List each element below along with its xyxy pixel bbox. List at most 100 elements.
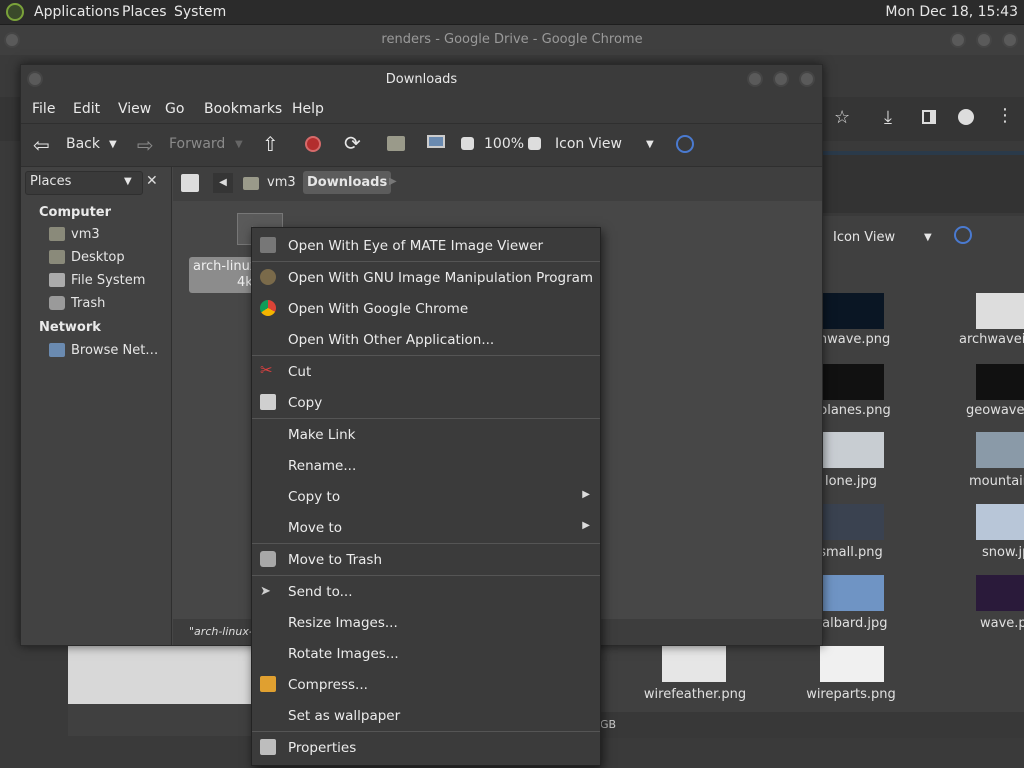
thumb-chwave[interactable] [820, 293, 884, 329]
sidebar-item-trash[interactable]: Trash [71, 296, 105, 311]
menu-item-move-to[interactable]: Move to ▶ [252, 514, 600, 542]
search-icon[interactable] [954, 226, 972, 244]
side-panel-icon[interactable] [922, 110, 936, 124]
menu-item-rotate-images[interactable]: Rotate Images... [252, 640, 600, 668]
thumb-geowaves[interactable] [976, 364, 1024, 400]
computer-icon[interactable] [427, 135, 445, 148]
thumb-small[interactable] [820, 504, 884, 540]
search-icon[interactable] [676, 135, 694, 153]
menu-item-compress[interactable]: Compress... [252, 671, 600, 699]
chevron-down-icon[interactable]: ▼ [235, 139, 243, 150]
window-menu-button[interactable] [27, 71, 43, 87]
zoom-out-icon[interactable] [461, 137, 474, 150]
thumb-wave[interactable] [976, 575, 1024, 611]
maximize-button[interactable] [773, 71, 789, 87]
forward-button[interactable]: Forward [169, 136, 225, 152]
menu-item-open-with-image-viewer[interactable]: Open With Eye of MATE Image Viewer [252, 232, 600, 260]
chrome-maximize-button[interactable] [976, 32, 992, 48]
drive-header [822, 155, 1024, 213]
menu-go[interactable]: Go [165, 101, 184, 117]
minimize-button[interactable] [747, 71, 763, 87]
thumb-geolanes[interactable] [820, 364, 884, 400]
thumb-archwave[interactable] [976, 293, 1024, 329]
chevron-down-icon: ▼ [124, 176, 132, 187]
back-arrow-icon[interactable]: ⇦ [33, 133, 50, 157]
view-mode-select[interactable]: Icon View [555, 136, 622, 152]
places-menu[interactable]: Places [122, 4, 167, 20]
path-segment-vm3[interactable]: vm3 [267, 175, 296, 190]
menu-bookmarks[interactable]: Bookmarks [204, 101, 282, 117]
clock[interactable]: Mon Dec 18, 15:43 [885, 4, 1018, 20]
menu-view[interactable]: View [118, 101, 151, 117]
chevron-down-icon[interactable]: ▼ [924, 232, 932, 243]
reload-icon[interactable]: ⟳ [344, 131, 361, 155]
applications-menu[interactable]: Applications [34, 4, 120, 20]
sidebar-item-file-system[interactable]: File System [71, 273, 145, 288]
thumb-snow[interactable] [976, 504, 1024, 540]
drive-icon-view[interactable]: Icon View [833, 230, 895, 245]
thumb-wireparts[interactable] [820, 646, 884, 682]
zoom-in-icon[interactable] [528, 137, 541, 150]
close-button[interactable] [799, 71, 815, 87]
menu-item-copy-to[interactable]: Copy to ▶ [252, 483, 600, 511]
menu-item-send-to[interactable]: ➤ Send to... [252, 578, 600, 606]
menu-item-copy[interactable]: Copy [252, 389, 600, 417]
menu-item-open-with-chrome[interactable]: Open With Google Chrome [252, 295, 600, 323]
thumb-svalbard[interactable] [820, 575, 884, 611]
forward-arrow-icon[interactable]: ⇨ [137, 133, 154, 157]
file-label[interactable]: mountain [942, 474, 1024, 489]
path-segment-downloads[interactable]: Downloads [303, 171, 392, 194]
menu-item-make-link[interactable]: Make Link [252, 421, 600, 449]
star-icon[interactable]: ☆ [834, 107, 850, 128]
file-label[interactable]: wirefeather.png [630, 687, 760, 702]
menu-edit[interactable]: Edit [73, 101, 100, 117]
file-label[interactable]: archwavein [942, 332, 1024, 347]
thumb-lone[interactable] [820, 432, 884, 468]
menu-item-set-as-wallpaper[interactable]: Set as wallpaper [252, 702, 600, 730]
menu-help[interactable]: Help [292, 101, 324, 117]
download-icon[interactable]: ⤓ [884, 107, 892, 128]
status-text: "arch-linux- [189, 625, 253, 638]
up-arrow-icon[interactable]: ⇧ [262, 132, 279, 156]
menu-item-move-to-trash[interactable]: Move to Trash [252, 546, 600, 574]
sidebar-item-desktop[interactable]: Desktop [71, 250, 125, 265]
chrome-icon [260, 300, 276, 316]
edit-location-icon[interactable] [181, 174, 199, 192]
menu-item-open-with-other[interactable]: Open With Other Application... [252, 326, 600, 354]
sidebar-item-browse-network[interactable]: Browse Net… [71, 343, 158, 358]
stop-icon[interactable] [305, 136, 321, 152]
path-left-arrow-icon[interactable]: ◀ [213, 173, 233, 193]
back-button[interactable]: Back [66, 136, 100, 152]
close-sidebar-icon[interactable]: ✕ [146, 173, 158, 189]
chrome-close-button[interactable] [1002, 32, 1018, 48]
file-label[interactable]: geowaves [942, 403, 1024, 418]
thumb-mountain[interactable] [976, 432, 1024, 468]
places-selector[interactable]: Places ▼ [25, 171, 143, 195]
menu-bar: File Edit View Go Bookmarks Help [21, 95, 822, 123]
thumb-wirefeather[interactable] [662, 646, 726, 682]
system-menu[interactable]: System [174, 4, 226, 20]
more-menu-icon[interactable]: ⋮ [996, 105, 1014, 126]
file-label[interactable]: wave.p [942, 616, 1024, 631]
sidebar-item-vm3[interactable]: vm3 [71, 227, 100, 242]
chrome-menu-button[interactable] [4, 32, 20, 48]
menu-item-cut[interactable]: ✂ Cut [252, 358, 600, 386]
path-right-arrow-icon[interactable]: ▶ [389, 176, 397, 187]
image-viewer-icon [260, 237, 276, 253]
menu-item-rename[interactable]: Rename... [252, 452, 600, 480]
menu-item-open-with-gimp[interactable]: Open With GNU Image Manipulation Program [252, 264, 600, 292]
home-folder-icon[interactable] [387, 136, 405, 151]
zoom-level: 100% [484, 136, 525, 152]
file-label[interactable]: snow.jp [942, 545, 1024, 560]
chevron-down-icon[interactable]: ▼ [109, 139, 117, 150]
mate-logo-icon[interactable] [6, 3, 24, 21]
profile-icon[interactable] [958, 109, 974, 125]
menu-item-properties[interactable]: Properties [252, 734, 600, 762]
chrome-minimize-button[interactable] [950, 32, 966, 48]
file-label[interactable]: wireparts.png [786, 687, 916, 702]
file-name-line1[interactable]: arch-linux [193, 259, 258, 274]
menu-item-resize-images[interactable]: Resize Images... [252, 609, 600, 637]
trash-icon [49, 296, 65, 310]
chevron-down-icon[interactable]: ▼ [646, 139, 654, 150]
menu-file[interactable]: File [32, 101, 55, 117]
